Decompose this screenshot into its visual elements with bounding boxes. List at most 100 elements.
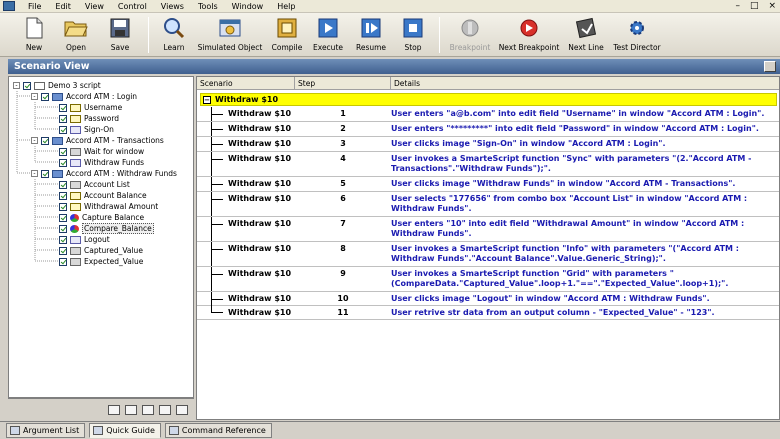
menu-help[interactable]: Help <box>270 2 302 11</box>
tree-item-compare-balance[interactable]: Compare_Balance <box>59 223 154 234</box>
table-row[interactable]: Withdraw $10 11 User retrive str data fr… <box>197 306 779 320</box>
tab-argument-list[interactable]: Argument List <box>6 423 86 438</box>
checkbox-icon[interactable] <box>59 224 67 233</box>
stop-icon <box>400 16 426 40</box>
tree-tool-4-icon[interactable] <box>159 404 171 415</box>
panel-menu-button[interactable] <box>764 61 776 72</box>
tree-item-transactions-window[interactable]: - Accord ATM - Transactions <box>31 135 164 146</box>
maximize-icon[interactable]: □ <box>750 1 759 11</box>
checkbox-icon[interactable] <box>59 191 67 200</box>
app-icon[interactable] <box>3 1 15 11</box>
tree-tool-2-icon[interactable] <box>125 404 137 415</box>
table-row[interactable]: Withdraw $10 2 User enters "*********" i… <box>197 122 779 137</box>
tree-item-wait-for-window[interactable]: Wait for window <box>59 146 144 157</box>
resume-button[interactable]: Resume <box>349 13 393 57</box>
tree-item-demo-3-script[interactable]: - Demo 3 script <box>13 80 101 91</box>
tree-item-withdraw-funds-window[interactable]: - Accord ATM : Withdraw Funds <box>31 168 177 179</box>
tab-quick-guide[interactable]: Quick Guide <box>89 423 161 438</box>
tree-item-logout[interactable]: Logout <box>59 234 110 245</box>
minimize-icon[interactable]: – <box>735 1 740 11</box>
tree-item-capture-balance[interactable]: Capture Balance <box>59 212 144 223</box>
checkbox-icon[interactable] <box>59 202 67 211</box>
tree-item-expected-value[interactable]: Expected_Value <box>59 256 143 267</box>
menu-view[interactable]: View <box>78 2 111 11</box>
tree-line <box>211 114 223 115</box>
window-icon <box>52 92 63 101</box>
menu-edit[interactable]: Edit <box>48 2 78 11</box>
execute-icon <box>315 16 341 40</box>
menu-control[interactable]: Control <box>111 2 154 11</box>
tree-item-password[interactable]: Password <box>59 113 119 124</box>
table-row[interactable]: Withdraw $10 3 User clicks image "Sign-O… <box>197 137 779 152</box>
tree-tool-5-icon[interactable] <box>176 404 188 415</box>
column-icon <box>70 257 81 266</box>
menu-file[interactable]: File <box>21 2 48 11</box>
column-header-step[interactable]: Step <box>295 77 391 90</box>
scenario-group-row[interactable]: − Withdraw $10 <box>200 93 777 106</box>
collapse-icon[interactable]: - <box>31 170 38 177</box>
checkbox-icon[interactable] <box>59 213 67 222</box>
tree-item-account-list[interactable]: Account List <box>59 179 130 190</box>
table-row[interactable]: Withdraw $10 5 User clicks image "Withdr… <box>197 177 779 192</box>
checkbox-icon[interactable] <box>41 169 49 178</box>
execute-button[interactable]: Execute <box>307 13 349 57</box>
next-breakpoint-button[interactable]: Next Breakpoint <box>494 13 564 57</box>
tree-line <box>211 249 223 250</box>
checkbox-icon[interactable] <box>59 246 67 255</box>
tree-line <box>211 129 223 130</box>
new-button[interactable]: New <box>14 13 54 57</box>
checkbox-icon[interactable] <box>59 114 67 123</box>
table-row[interactable]: Withdraw $10 9 User invokes a SmarteScri… <box>197 267 779 292</box>
collapse-icon[interactable]: - <box>31 93 38 100</box>
tree-item-withdrawal-amount[interactable]: Withdrawal Amount <box>59 201 158 212</box>
tree-item-withdraw-funds[interactable]: Withdraw Funds <box>59 157 144 168</box>
open-button[interactable]: Open <box>54 13 98 57</box>
stop-button[interactable]: Stop <box>393 13 433 57</box>
tree-line <box>211 224 223 225</box>
next-line-button[interactable]: Next Line <box>564 13 608 57</box>
checkbox-icon[interactable] <box>59 147 67 156</box>
table-row[interactable]: Withdraw $10 1 User enters "a@b.com" int… <box>197 107 779 122</box>
learn-button[interactable]: Learn <box>155 13 193 57</box>
table-row[interactable]: Withdraw $10 4 User invokes a SmarteScri… <box>197 152 779 177</box>
checkbox-icon[interactable] <box>59 158 67 167</box>
close-icon[interactable]: × <box>768 1 776 11</box>
table-row[interactable]: Withdraw $10 7 User enters "10" into edi… <box>197 217 779 242</box>
test-director-icon <box>624 16 650 40</box>
tree-tool-1-icon[interactable] <box>108 404 120 415</box>
window-icon <box>52 169 63 178</box>
checkbox-icon[interactable] <box>23 81 31 90</box>
checkbox-icon[interactable] <box>41 136 49 145</box>
next-line-icon <box>573 16 599 40</box>
simulated-object-button[interactable]: Simulated Object <box>193 13 267 57</box>
column-header-details[interactable]: Details <box>391 77 779 90</box>
test-director-button[interactable]: Test Director <box>608 13 666 57</box>
menu-window[interactable]: Window <box>225 2 271 11</box>
column-header-scenario[interactable]: Scenario <box>197 77 295 90</box>
collapse-icon[interactable]: - <box>31 137 38 144</box>
column-icon <box>70 246 81 255</box>
tree-item-captured-value[interactable]: Captured_Value <box>59 245 143 256</box>
collapse-icon[interactable]: − <box>203 95 211 104</box>
checkbox-icon[interactable] <box>59 257 67 266</box>
collapse-icon[interactable]: - <box>13 82 20 89</box>
checkbox-icon[interactable] <box>59 235 67 244</box>
tree-item-login-window[interactable]: - Accord ATM : Login <box>31 91 137 102</box>
compile-button[interactable]: Compile <box>267 13 307 57</box>
menu-tools[interactable]: Tools <box>191 2 225 11</box>
tree-item-username[interactable]: Username <box>59 102 122 113</box>
tab-command-reference[interactable]: Command Reference <box>164 423 272 438</box>
tree-item-sign-on[interactable]: Sign-On <box>59 124 114 135</box>
checkbox-icon[interactable] <box>59 180 67 189</box>
table-row[interactable]: Withdraw $10 8 User invokes a SmarteScri… <box>197 242 779 267</box>
checkbox-icon[interactable] <box>59 103 67 112</box>
table-row[interactable]: Withdraw $10 6 User selects "177656" fro… <box>197 192 779 217</box>
menu-views[interactable]: Views <box>154 2 191 11</box>
table-row[interactable]: Withdraw $10 10 User clicks image "Logou… <box>197 292 779 306</box>
checkbox-icon[interactable] <box>41 92 49 101</box>
tree-tool-3-icon[interactable] <box>142 404 154 415</box>
breakpoint-button[interactable]: Breakpoint <box>446 13 494 57</box>
checkbox-icon[interactable] <box>59 125 67 134</box>
tree-item-account-balance[interactable]: Account Balance <box>59 190 147 201</box>
save-button[interactable]: Save <box>98 13 142 57</box>
